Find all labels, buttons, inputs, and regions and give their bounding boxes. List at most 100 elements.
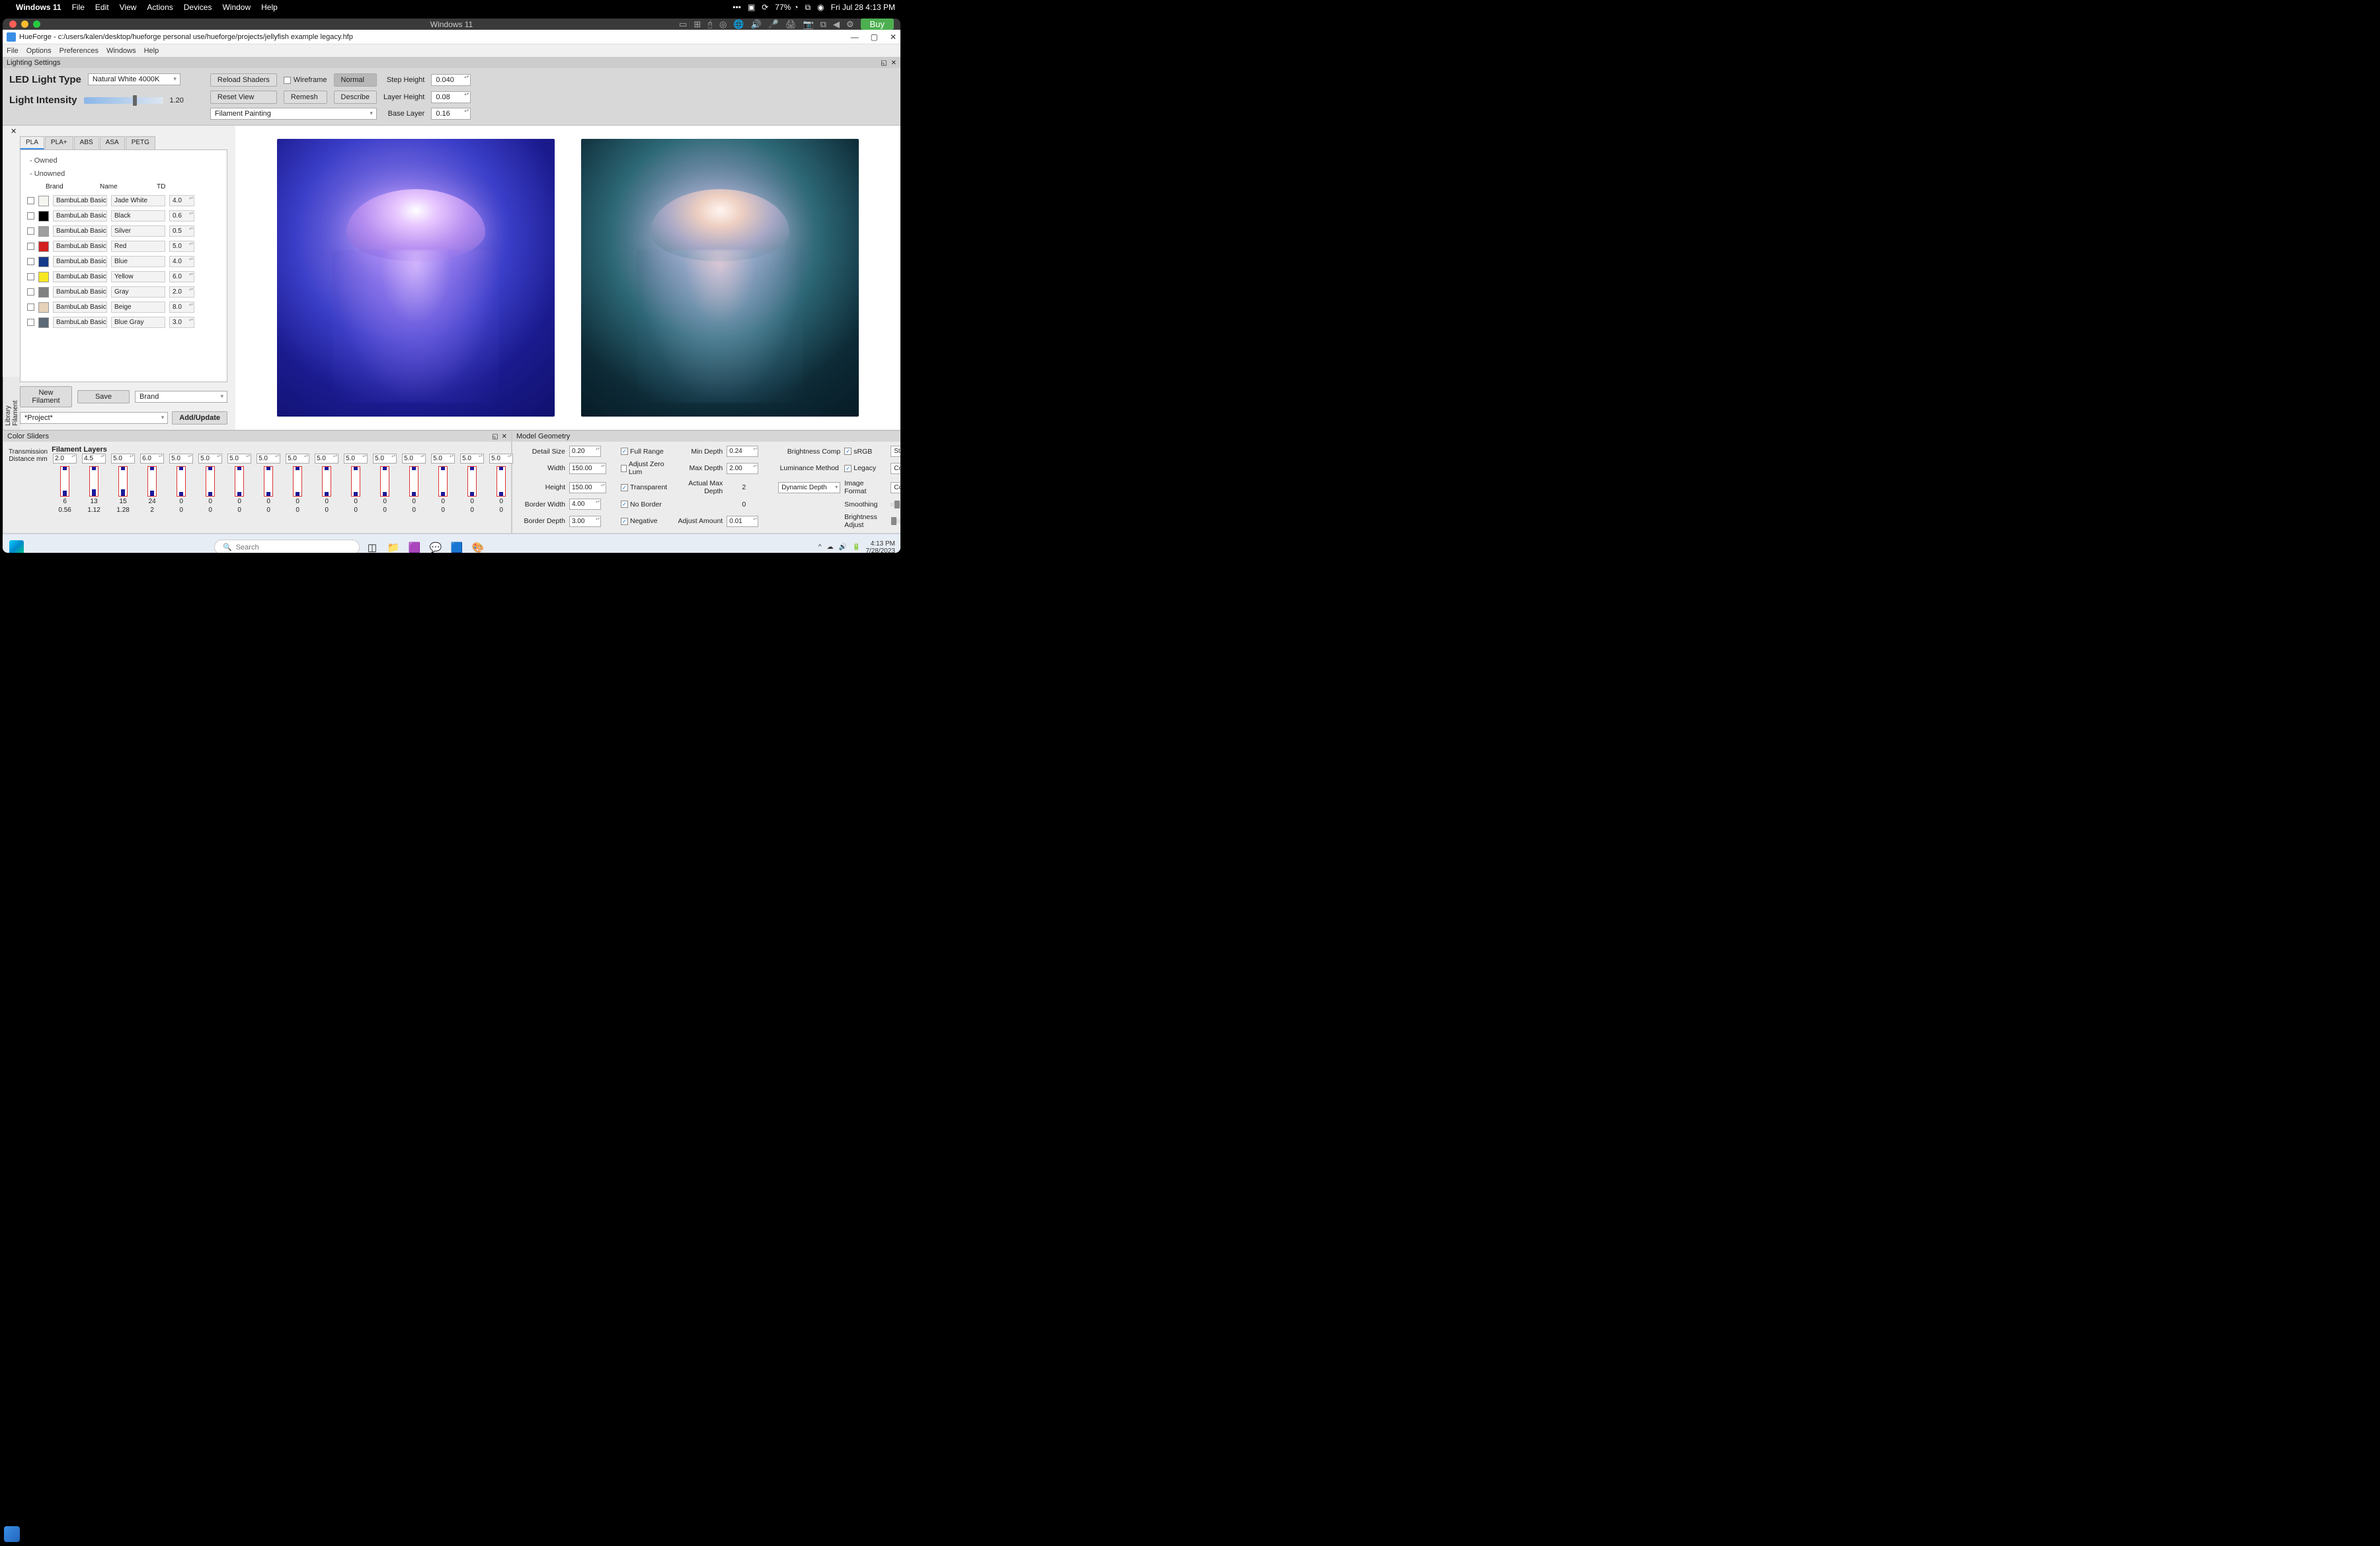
- mac-menu-devices[interactable]: Devices: [184, 3, 212, 12]
- tab-pla[interactable]: PLA: [20, 136, 44, 149]
- transparent-checkbox[interactable]: ✓Transparent: [621, 483, 667, 491]
- vm-share-icon[interactable]: ⧉: [820, 19, 826, 30]
- tab-petg[interactable]: PETG: [126, 136, 155, 149]
- task-view-icon[interactable]: ◫: [364, 539, 381, 553]
- win-minimize-button[interactable]: —: [851, 32, 859, 42]
- filament-row[interactable]: BambuLab Basic Gray 2.0: [23, 284, 224, 300]
- add-update-button[interactable]: Add/Update: [172, 411, 227, 425]
- unowned-node[interactable]: - Unowned: [23, 167, 224, 181]
- filament-checkbox[interactable]: [27, 288, 34, 296]
- win-menu-options[interactable]: Options: [26, 47, 52, 55]
- layer-slider[interactable]: [380, 466, 389, 497]
- filament-name[interactable]: Blue: [111, 256, 165, 267]
- filament-td[interactable]: 0.5: [169, 225, 194, 237]
- layer-td-input[interactable]: 5.0: [286, 454, 309, 464]
- filament-td[interactable]: 5.0: [169, 241, 194, 252]
- preview-source[interactable]: [581, 139, 859, 417]
- filament-name[interactable]: Red: [111, 241, 165, 252]
- filament-brand[interactable]: BambuLab Basic: [53, 210, 107, 222]
- legacy-checkbox[interactable]: ✓Legacy: [844, 464, 887, 472]
- filament-td[interactable]: 3.0: [169, 317, 194, 328]
- width-input[interactable]: 150.00: [569, 463, 606, 474]
- win-menu-windows[interactable]: Windows: [106, 47, 136, 55]
- minimize-button[interactable]: [21, 20, 28, 28]
- detail-size-input[interactable]: 0.20: [569, 446, 601, 457]
- panel-popout-icon[interactable]: ◱: [881, 60, 887, 67]
- cs-popout-icon[interactable]: ◱: [492, 433, 498, 440]
- win-menu-file[interactable]: File: [7, 47, 19, 55]
- preview-rendered[interactable]: [277, 139, 555, 417]
- filament-name[interactable]: Beige: [111, 302, 165, 313]
- tray-datetime[interactable]: 4:13 PM7/28/2023: [866, 540, 896, 553]
- layer-td-input[interactable]: 5.0: [257, 454, 280, 464]
- brightness-adjust-slider[interactable]: [891, 519, 900, 523]
- layer-slider[interactable]: [118, 466, 128, 497]
- adjust-amount-input[interactable]: 0.01: [727, 516, 758, 527]
- filament-checkbox[interactable]: [27, 227, 34, 235]
- mac-status-tray-icon[interactable]: ⧉: [805, 3, 811, 13]
- filament-row[interactable]: BambuLab Basic Jade White 4.0: [23, 193, 224, 208]
- filament-checkbox[interactable]: [27, 273, 34, 280]
- border-depth-input[interactable]: 3.00: [569, 516, 601, 527]
- vm-usb-icon[interactable]: 🖯: [707, 19, 713, 30]
- layer-slider[interactable]: [177, 466, 186, 497]
- step-height-input[interactable]: 0.040: [431, 74, 471, 86]
- tab-pla-plus[interactable]: PLA+: [45, 136, 73, 149]
- vm-settings-icon[interactable]: ⚙: [846, 19, 854, 30]
- start-button[interactable]: [8, 539, 25, 553]
- height-input[interactable]: 150.00: [569, 482, 606, 493]
- brand-dropdown[interactable]: Brand: [135, 391, 227, 403]
- filament-row[interactable]: BambuLab Basic Red 5.0: [23, 239, 224, 254]
- filament-brand[interactable]: BambuLab Basic: [53, 256, 107, 267]
- filament-panel-close-icon[interactable]: ✕: [11, 127, 17, 136]
- layer-td-input[interactable]: 2.0: [53, 454, 77, 464]
- layer-td-input[interactable]: 5.0: [402, 454, 426, 464]
- save-button[interactable]: Save: [77, 390, 130, 403]
- layer-slider[interactable]: [264, 466, 273, 497]
- maximize-button[interactable]: [33, 20, 40, 28]
- filament-row[interactable]: BambuLab Basic Blue Gray 3.0: [23, 315, 224, 330]
- intensity-slider[interactable]: [84, 97, 163, 104]
- vm-camera-icon[interactable]: 📷: [803, 19, 813, 30]
- mac-menu-edit[interactable]: Edit: [95, 3, 109, 12]
- layer-slider[interactable]: [206, 466, 215, 497]
- layer-slider[interactable]: [89, 466, 99, 497]
- filament-painting-dropdown[interactable]: Filament Painting: [210, 108, 377, 120]
- filament-checkbox[interactable]: [27, 258, 34, 265]
- layer-td-input[interactable]: 5.0: [373, 454, 397, 464]
- max-depth-input[interactable]: 2.00: [727, 463, 758, 474]
- win-maximize-button[interactable]: ▢: [871, 32, 878, 42]
- layer-td-input[interactable]: 5.0: [489, 454, 513, 464]
- filament-td[interactable]: 2.0: [169, 286, 194, 298]
- filament-name[interactable]: Black: [111, 210, 165, 222]
- filament-row[interactable]: BambuLab Basic Black 0.6: [23, 208, 224, 224]
- layer-td-input[interactable]: 6.0: [140, 454, 164, 464]
- luminance-method-dropdown[interactable]: Combo: [891, 463, 900, 474]
- filament-brand[interactable]: BambuLab Basic: [53, 225, 107, 237]
- vm-disk-icon[interactable]: ◎: [719, 19, 727, 30]
- tray-chevron-icon[interactable]: ^: [818, 544, 822, 551]
- taskbar-search[interactable]: 🔍Search: [214, 540, 360, 553]
- host-app-icon[interactable]: [4, 1526, 20, 1542]
- vm-printer-icon[interactable]: 🖨: [785, 19, 797, 30]
- cs-close-icon[interactable]: ✕: [502, 433, 507, 440]
- win-menu-help[interactable]: Help: [144, 47, 159, 55]
- no-border-checkbox[interactable]: ✓No Border: [621, 501, 667, 509]
- mac-battery[interactable]: 77% ◔: [775, 3, 798, 12]
- brightness-comp-dropdown[interactable]: Standard: [891, 446, 900, 457]
- filament-checkbox[interactable]: [27, 319, 34, 326]
- filament-checkbox[interactable]: [27, 212, 34, 220]
- mac-menu-window[interactable]: Window: [222, 3, 251, 12]
- win-close-button[interactable]: ✕: [890, 32, 896, 42]
- filament-row[interactable]: BambuLab Basic Beige 8.0: [23, 300, 224, 315]
- vm-audio-icon[interactable]: 🔊: [751, 19, 762, 30]
- tray-volume-icon[interactable]: 🔊: [839, 544, 847, 551]
- smoothing-slider[interactable]: [891, 503, 900, 507]
- min-depth-input[interactable]: 0.24: [727, 446, 758, 457]
- image-format-dropdown[interactable]: Color: [891, 482, 900, 493]
- filament-brand[interactable]: BambuLab Basic: [53, 286, 107, 298]
- filament-list[interactable]: - Owned - Unowned BrandNameTD BambuLab B…: [20, 149, 227, 382]
- layer-slider[interactable]: [409, 466, 418, 497]
- filament-brand[interactable]: BambuLab Basic: [53, 195, 107, 206]
- mac-menu-file[interactable]: File: [72, 3, 85, 12]
